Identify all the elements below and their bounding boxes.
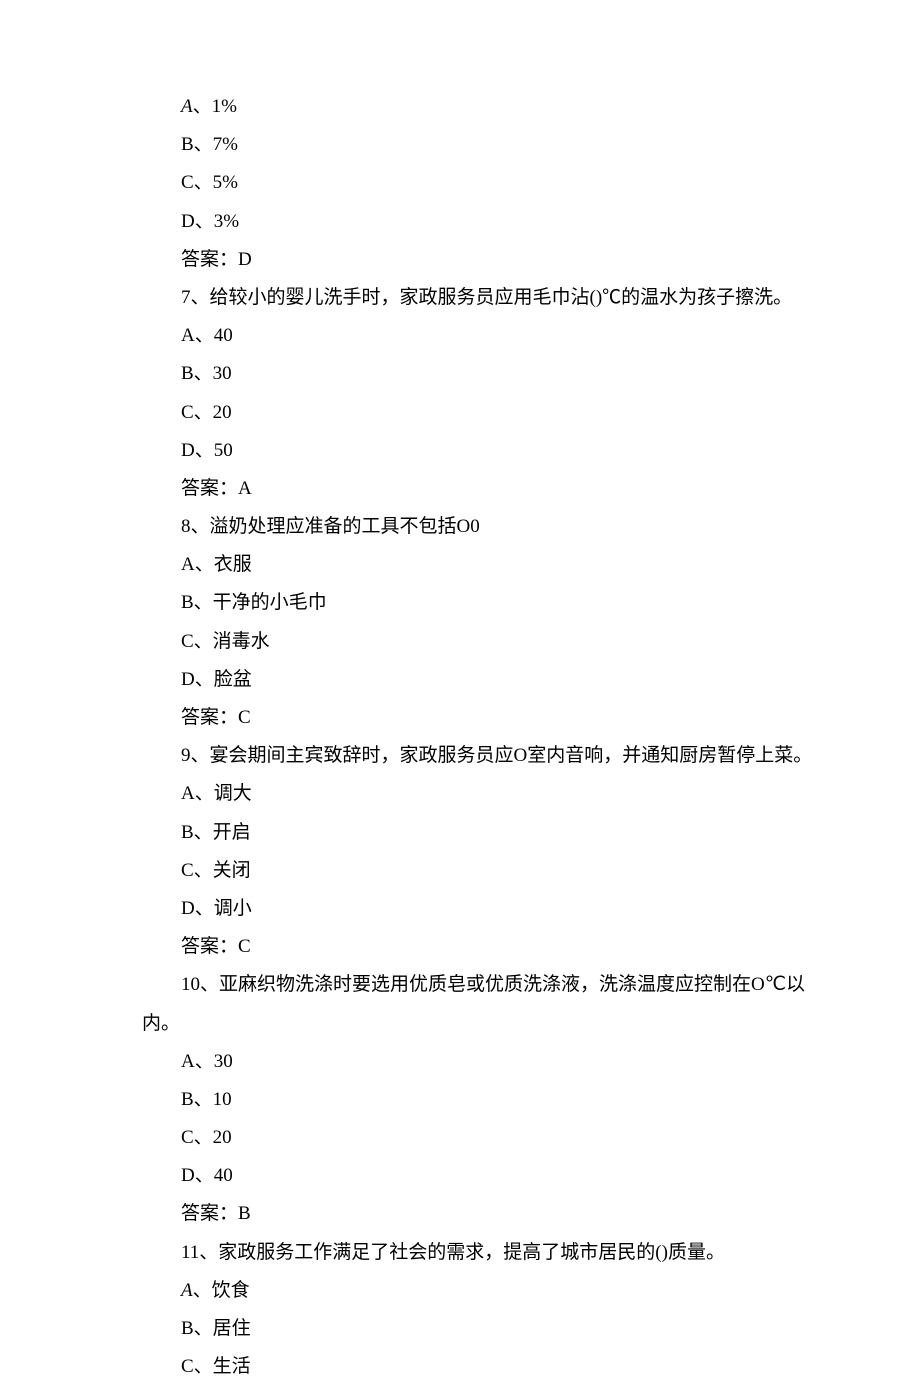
q7-option-d: D、50 bbox=[0, 432, 920, 470]
q8-option-d: D、脸盆 bbox=[0, 661, 920, 699]
q10-stem-line1: 10、亚麻织物洗涤时要选用优质皂或优质洗涤液，洗涤温度应控制在O℃以 bbox=[0, 966, 920, 1004]
q8-answer: 答案：C bbox=[0, 699, 920, 737]
q9-answer: 答案：C bbox=[0, 928, 920, 966]
option-text: 、饮食 bbox=[193, 1280, 250, 1301]
q9-option-d: D、调小 bbox=[0, 890, 920, 928]
q6-option-d: D、3% bbox=[0, 203, 920, 241]
q10-option-b: B、10 bbox=[0, 1081, 920, 1119]
q6-option-b: B、7% bbox=[0, 126, 920, 164]
q9-stem: 9、宴会期间主宾致辞时，家政服务员应O室内音响，并通知厨房暂停上菜。 bbox=[0, 737, 920, 775]
q11-option-c: C、生活 bbox=[0, 1348, 920, 1386]
option-letter: A bbox=[181, 96, 193, 117]
q7-option-b: B、30 bbox=[0, 355, 920, 393]
q7-stem: 7、给较小的婴儿洗手时，家政服务员应用毛巾沾()℃的温水为孩子擦洗。 bbox=[0, 279, 920, 317]
q10-answer: 答案：B bbox=[0, 1195, 920, 1233]
q10-stem-line2: 内。 bbox=[0, 1005, 920, 1043]
q6-option-a: A、1% bbox=[0, 88, 920, 126]
q10-option-a: A、30 bbox=[0, 1043, 920, 1081]
q7-answer: 答案：A bbox=[0, 470, 920, 508]
q9-option-b: B、开启 bbox=[0, 814, 920, 852]
document-page: A、1% B、7% C、5% D、3% 答案：D 7、给较小的婴儿洗手时，家政服… bbox=[0, 0, 920, 1386]
q8-option-b: B、干净的小毛巾 bbox=[0, 584, 920, 622]
q6-answer: 答案：D bbox=[0, 241, 920, 279]
q9-option-a: A、调大 bbox=[0, 775, 920, 813]
q6-option-c: C、5% bbox=[0, 164, 920, 202]
q8-option-a: A、衣服 bbox=[0, 546, 920, 584]
q7-option-c: C、20 bbox=[0, 394, 920, 432]
q11-option-a: A、饮食 bbox=[0, 1272, 920, 1310]
q10-option-c: C、20 bbox=[0, 1119, 920, 1157]
q9-option-c: C、关闭 bbox=[0, 852, 920, 890]
option-letter: A bbox=[181, 1280, 193, 1301]
option-text: 、1% bbox=[193, 96, 237, 117]
q10-option-d: D、40 bbox=[0, 1157, 920, 1195]
q7-option-a: A、40 bbox=[0, 317, 920, 355]
q8-option-c: C、消毒水 bbox=[0, 623, 920, 661]
q11-stem: 11、家政服务工作满足了社会的需求，提高了城市居民的()质量。 bbox=[0, 1234, 920, 1272]
q8-stem: 8、溢奶处理应准备的工具不包括O0 bbox=[0, 508, 920, 546]
q11-option-b: B、居住 bbox=[0, 1310, 920, 1348]
